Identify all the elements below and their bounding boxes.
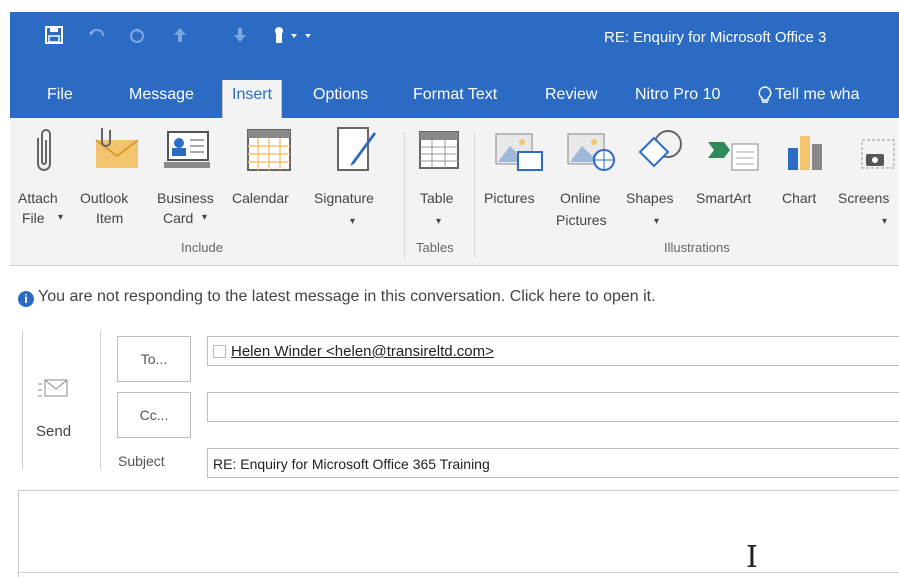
tab-options[interactable]: Options (304, 80, 377, 118)
business-card-dropdown-icon[interactable]: ▾ (202, 208, 207, 228)
attach-file-label-2[interactable]: File (22, 208, 45, 228)
shapes-label[interactable]: Shapes (626, 188, 673, 208)
cc-field[interactable] (207, 392, 899, 422)
send-icon[interactable] (37, 374, 73, 405)
screenshot-dropdown-icon[interactable]: ▾ (882, 212, 887, 232)
calendar-icon[interactable] (246, 128, 292, 177)
calendar-label[interactable]: Calendar (232, 188, 289, 208)
table-icon[interactable] (418, 130, 460, 175)
business-card-label-2[interactable]: Card (163, 208, 193, 228)
group-label-illustrations: Illustrations (664, 240, 730, 255)
redo-icon[interactable] (128, 26, 146, 49)
down-arrow-icon[interactable] (232, 26, 248, 49)
attach-file-dropdown-icon[interactable]: ▾ (58, 208, 63, 228)
smartart-icon[interactable] (706, 136, 760, 177)
business-card-label[interactable]: Business (157, 188, 214, 208)
subject-label: Subject (118, 453, 165, 469)
to-button[interactable]: To... (117, 336, 191, 382)
paperclip-icon[interactable] (32, 128, 56, 179)
body-divider (18, 572, 899, 573)
online-pictures-label-2[interactable]: Pictures (556, 210, 607, 230)
conversation-infobar[interactable]: i You are not responding to the latest me… (18, 288, 656, 307)
info-icon: i (18, 291, 34, 307)
infobar-message[interactable]: You are not responding to the latest mes… (38, 288, 656, 305)
signature-label[interactable]: Signature (314, 188, 374, 208)
online-pictures-icon[interactable] (566, 132, 616, 177)
touch-mode-icon[interactable] (272, 26, 312, 49)
outlook-item-label[interactable]: Outlook (80, 188, 128, 208)
up-arrow-icon[interactable] (172, 26, 188, 49)
envelope-icon[interactable] (94, 126, 140, 177)
table-dropdown-icon[interactable]: ▾ (436, 212, 441, 232)
message-body[interactable] (18, 490, 899, 577)
tab-format-text[interactable]: Format Text (404, 80, 506, 118)
signature-icon[interactable] (336, 126, 380, 179)
send-button[interactable]: Send (36, 423, 71, 440)
send-area-border (22, 330, 23, 470)
cc-button[interactable]: Cc... (117, 392, 191, 438)
group-separator (474, 132, 475, 258)
pictures-label[interactable]: Pictures (484, 188, 535, 208)
shapes-icon[interactable] (636, 128, 688, 179)
screenshot-label[interactable]: Screens (838, 188, 889, 208)
tab-review[interactable]: Review (536, 80, 606, 118)
save-icon[interactable] (45, 26, 63, 49)
tab-nitro-pro[interactable]: Nitro Pro 10 (626, 80, 729, 118)
business-card-icon[interactable] (162, 130, 212, 177)
attach-file-label[interactable]: Attach (18, 188, 58, 208)
chart-label[interactable]: Chart (782, 188, 816, 208)
outlook-item-label-2[interactable]: Item (96, 208, 123, 228)
group-label-include: Include (181, 240, 223, 255)
tab-file[interactable]: File (38, 80, 82, 118)
window-title: RE: Enquiry for Microsoft Office 3 (604, 29, 827, 46)
smartart-label[interactable]: SmartArt (696, 188, 751, 208)
online-pictures-label[interactable]: Online (560, 188, 600, 208)
signature-dropdown-icon[interactable]: ▾ (350, 212, 355, 232)
subject-value[interactable]: RE: Enquiry for Microsoft Office 365 Tra… (213, 456, 490, 472)
group-separator (404, 132, 405, 258)
shapes-dropdown-icon[interactable]: ▾ (654, 212, 659, 232)
tab-message[interactable]: Message (120, 80, 203, 118)
table-label[interactable]: Table (420, 188, 453, 208)
tab-insert[interactable]: Insert (222, 80, 283, 118)
pictures-icon[interactable] (494, 132, 544, 177)
recipient-checkbox[interactable] (213, 345, 226, 358)
text-cursor-icon: I (746, 540, 758, 575)
to-recipient[interactable]: Helen Winder <helen@transireltd.com> (231, 343, 494, 360)
undo-icon[interactable] (88, 26, 106, 49)
tab-tell-me[interactable]: Tell me wha (766, 80, 868, 118)
screenshot-icon[interactable] (858, 136, 898, 177)
send-area-divider (100, 330, 101, 470)
group-label-tables: Tables (416, 240, 454, 255)
chart-icon[interactable] (786, 132, 824, 177)
